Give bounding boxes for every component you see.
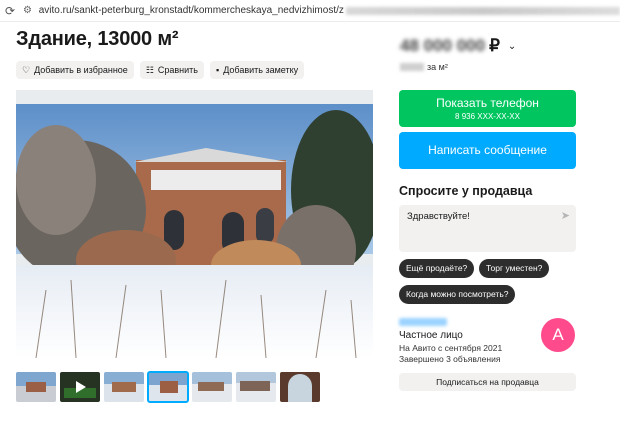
chevron-down-icon[interactable]: ⌄ [508, 41, 516, 52]
add-note-label: Добавить заметку [223, 65, 299, 75]
price-per-m2-obscured [400, 63, 424, 71]
url-blurred [345, 6, 620, 15]
thumbnail-image [280, 372, 320, 402]
thumbnail[interactable] [280, 372, 320, 402]
seller-name-obscured[interactable] [399, 318, 447, 326]
add-favorite-button[interactable]: ♡ Добавить в избранное [16, 61, 134, 79]
thumbnail-strip [16, 371, 320, 403]
tune-icon[interactable]: ⚙ [20, 3, 35, 19]
seller-completed: Завершено 3 объявления [399, 354, 501, 364]
note-icon: ▪ [216, 65, 220, 75]
building-photo [16, 90, 373, 358]
ask-seller-text: Здравствуйте! [407, 211, 470, 222]
compare-button[interactable]: ☷ Сравнить [139, 61, 204, 79]
thumbnail-image [60, 372, 100, 402]
page-title: Здание, 13000 м² [16, 28, 179, 50]
price-per-m2: за м² [400, 62, 448, 72]
listing-actions: ♡ Добавить в избранное ☷ Сравнить ▪ Доба… [16, 61, 305, 79]
currency-sign: ₽ [489, 36, 500, 55]
price-per-m2-suffix: за м² [427, 62, 448, 72]
thumbnail[interactable] [104, 372, 144, 402]
thumbnail-image [236, 372, 276, 402]
subscribe-seller-button[interactable]: Подписаться на продавца [399, 373, 576, 391]
send-icon[interactable]: ➤ [561, 209, 570, 222]
thumbnail[interactable] [16, 372, 56, 402]
add-favorite-label: Добавить в избранное [34, 65, 128, 75]
avatar[interactable]: A [541, 318, 575, 352]
main-photo[interactable] [16, 90, 373, 358]
seller-since: На Авито с сентября 2021 [399, 343, 503, 353]
thumbnail-selected[interactable] [147, 371, 189, 403]
thumbnail[interactable] [192, 372, 232, 402]
heart-icon: ♡ [22, 64, 31, 75]
add-note-button[interactable]: ▪ Добавить заметку [210, 61, 305, 79]
thumbnail[interactable] [236, 372, 276, 402]
show-phone-button[interactable]: Показать телефон 8 936 XXX-XX-XX [399, 90, 576, 127]
ask-seller-title: Спросите у продавца [399, 184, 533, 198]
show-phone-label: Показать телефон [436, 96, 539, 110]
video-thumbnail[interactable] [60, 372, 100, 402]
quick-question-2[interactable]: Торг уместен? [479, 259, 550, 278]
browser-address-bar: ⟳ ⚙ avito.ru/sankt-peterburg_kronstadt/k… [0, 0, 620, 22]
price-value-obscured: 48 000 000 [400, 36, 486, 55]
phone-number: 8 936 XXX-XX-XX [455, 112, 520, 121]
price: 48 000 000 ₽ ⌄ [400, 36, 516, 56]
quick-question-1[interactable]: Ещё продаёте? [399, 259, 475, 278]
thumbnail-image [148, 372, 188, 402]
seller-type: Частное лицо [399, 330, 463, 341]
reload-icon[interactable]: ⟳ [0, 4, 20, 18]
url-text[interactable]: avito.ru/sankt-peterburg_kronstadt/komme… [39, 5, 344, 16]
compare-icon: ☷ [145, 64, 154, 75]
ask-seller-input[interactable]: Здравствуйте! ➤ [399, 205, 576, 252]
compare-label: Сравнить [157, 65, 198, 75]
thumbnail-image [16, 372, 56, 402]
thumbnail-image [104, 372, 144, 402]
quick-question-3[interactable]: Когда можно посмотреть? [399, 285, 516, 304]
write-message-button[interactable]: Написать сообщение [399, 132, 576, 169]
thumbnail-image [192, 372, 232, 402]
